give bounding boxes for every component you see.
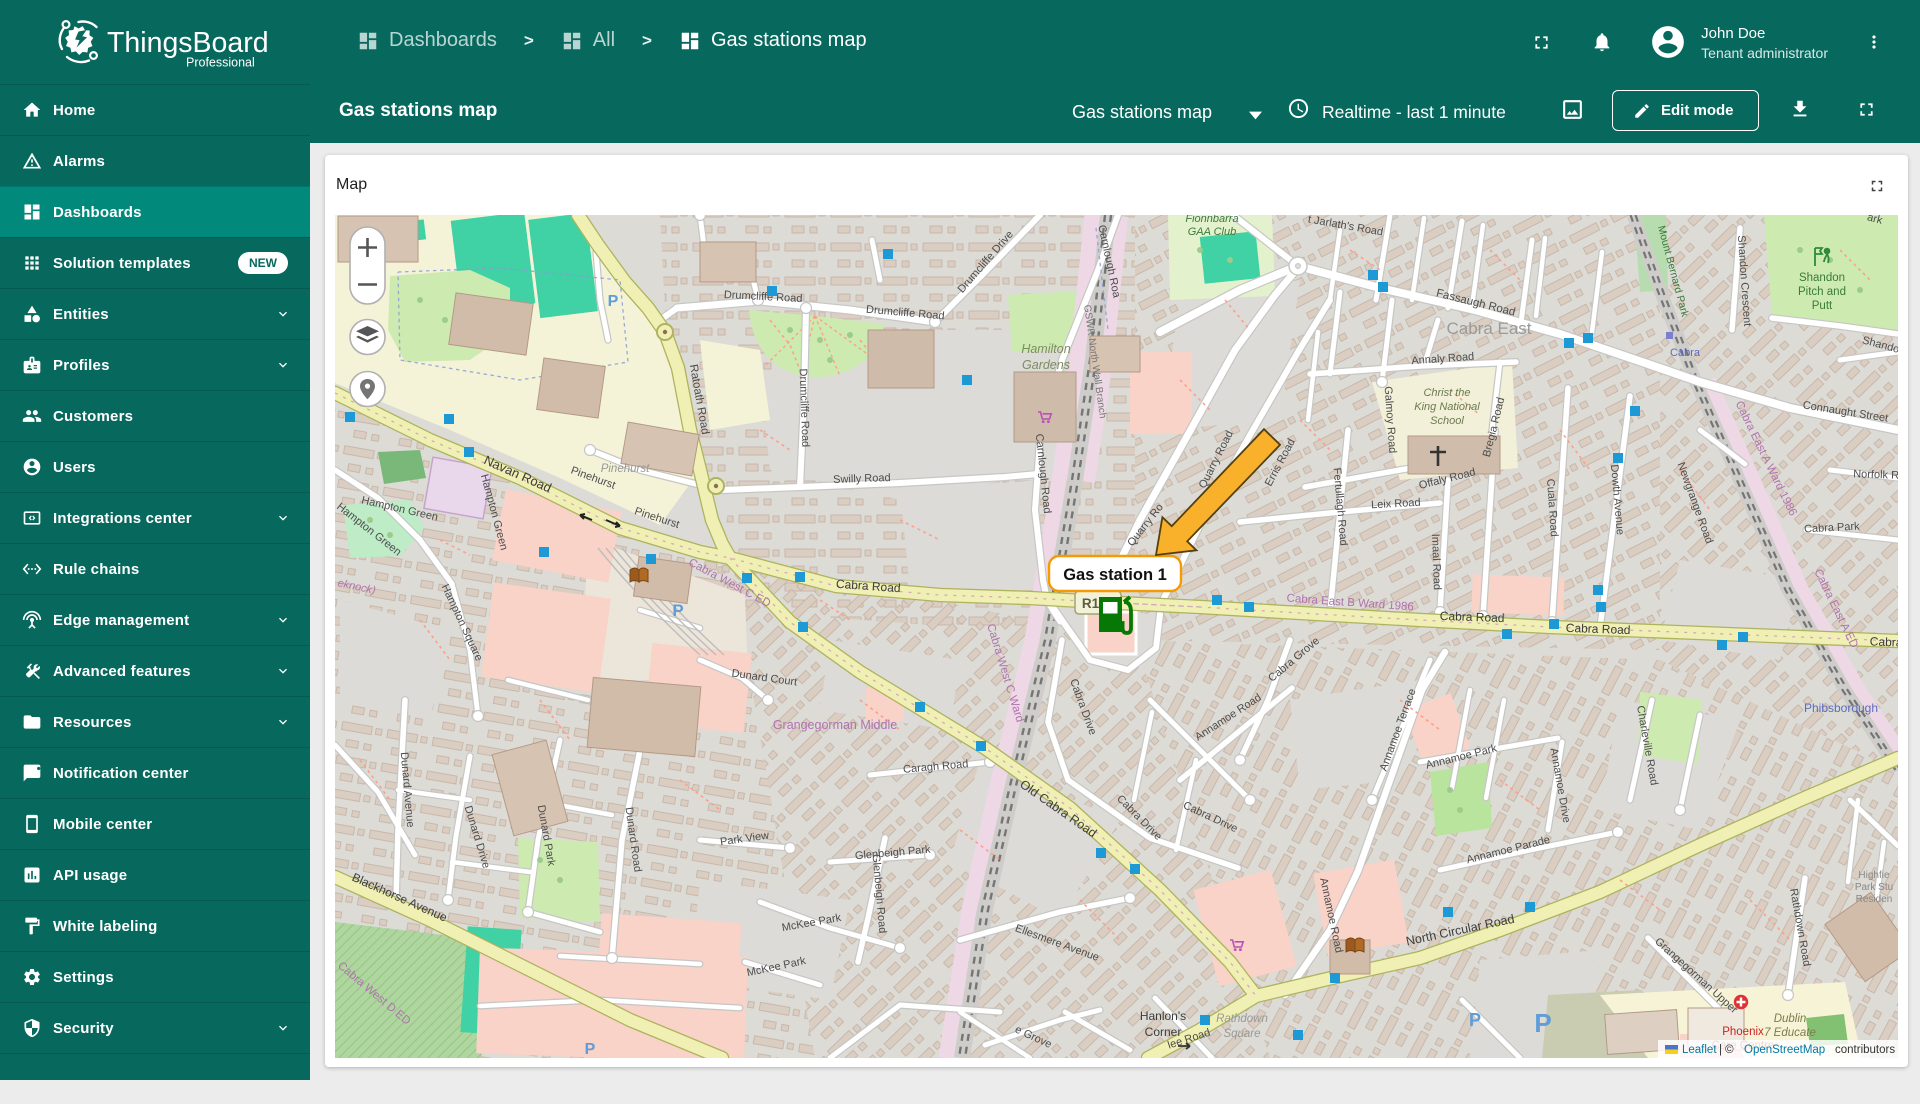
svg-text:P: P [585,1041,596,1058]
svg-text:Cabra: Cabra [1870,634,1898,649]
svg-text:contributors: contributors [1835,1044,1895,1056]
svg-text:Cabra: Cabra [1670,347,1701,359]
svg-text:P: P [1534,1008,1551,1038]
svg-text:Pinehurst: Pinehurst [601,463,650,475]
svg-text:P: P [608,293,619,310]
svg-text:Swilly Road: Swilly Road [833,472,891,486]
svg-text:| ©: | © [1719,1044,1734,1056]
svg-text:Putt: Putt [1812,300,1833,312]
svg-text:King National: King National [1414,401,1480,413]
svg-text:Cabra East: Cabra East [1446,319,1531,338]
svg-text:School: School [1430,415,1464,427]
svg-text:7 Educate: 7 Educate [1764,1027,1816,1039]
svg-text:Norfolk R: Norfolk R [1853,468,1898,482]
svg-text:Grangegorman Middle: Grangegorman Middle [773,718,897,732]
svg-text:Christ the: Christ the [1423,387,1470,399]
svg-text:Pitch and: Pitch and [1798,286,1846,298]
svg-text:P: P [1469,1010,1481,1030]
svg-text:Hanlon's: Hanlon's [1140,1009,1186,1023]
svg-text:Highfie: Highfie [1858,870,1890,881]
svg-text:ThingsBoard: ThingsBoard [107,27,269,59]
svg-text:Rathdown: Rathdown [1216,1013,1268,1025]
svg-text:Fionnbarra: Fionnbarra [1185,215,1238,225]
svg-text:Leaflet: Leaflet [1682,1044,1717,1056]
svg-text:Park Stu: Park Stu [1855,882,1893,893]
svg-text:Cabra Road: Cabra Road [1440,609,1505,625]
svg-text:Square: Square [1223,1028,1260,1040]
svg-text:Gardens: Gardens [1022,358,1070,372]
svg-text:GAA Club: GAA Club [1188,226,1237,238]
svg-text:Gas station 1: Gas station 1 [1063,566,1167,584]
svg-text:Hamilton: Hamilton [1021,342,1070,356]
svg-text:Shandon: Shandon [1799,272,1845,284]
svg-text:Corner: Corner [1145,1025,1182,1039]
svg-text:Imaal Road: Imaal Road [1429,534,1443,591]
svg-text:P: P [672,601,683,620]
svg-text:Phoenix: Phoenix [1722,1026,1764,1038]
svg-text:Professional: Professional [186,56,255,69]
svg-text:Phibsborough: Phibsborough [1804,701,1878,715]
svg-text:Residen: Residen [1856,894,1893,905]
svg-text:Dublin: Dublin [1774,1013,1807,1025]
svg-text:OpenStreetMap: OpenStreetMap [1744,1044,1825,1056]
svg-text:Cabra Road: Cabra Road [1566,621,1631,637]
